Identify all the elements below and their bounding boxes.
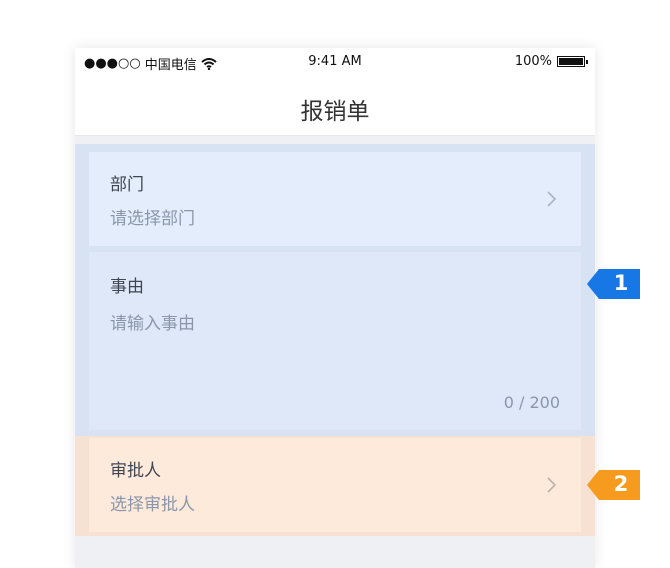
annotation-marker-2: 2 <box>587 468 640 502</box>
nav-bar: 报销单 <box>75 76 595 136</box>
approver-placeholder: 选择审批人 <box>110 495 195 515</box>
annotation-number: 1 <box>613 271 629 295</box>
battery-icon <box>557 56 588 67</box>
chevron-right-icon <box>547 477 557 493</box>
page-title: 报销单 <box>300 99 370 125</box>
reason-field[interactable]: 事由 请输入事由 0 / 200 <box>89 252 581 430</box>
department-field[interactable]: 部门 请选择部门 <box>89 152 581 246</box>
annotation-number: 2 <box>613 472 629 496</box>
annotation-marker-1: 1 <box>587 267 640 301</box>
department-placeholder: 请选择部门 <box>110 209 195 229</box>
reason-label: 事由 <box>110 277 144 297</box>
reason-input[interactable]: 请输入事由 <box>110 309 195 334</box>
chevron-right-icon <box>547 191 557 207</box>
department-label: 部门 <box>110 175 144 195</box>
approver-label: 审批人 <box>110 461 161 481</box>
battery-percent: 100% <box>514 54 552 69</box>
status-right: 100% <box>514 54 588 69</box>
status-bar: ●●●○○ 中国电信 9:41 AM 100% <box>75 48 595 76</box>
phone-screen: ●●●○○ 中国电信 9:41 AM 100% 报销单 部门 请选择部门 事由 … <box>75 48 595 568</box>
approver-field[interactable]: 审批人 选择审批人 <box>89 438 581 532</box>
character-counter: 0 / 200 <box>503 393 560 412</box>
